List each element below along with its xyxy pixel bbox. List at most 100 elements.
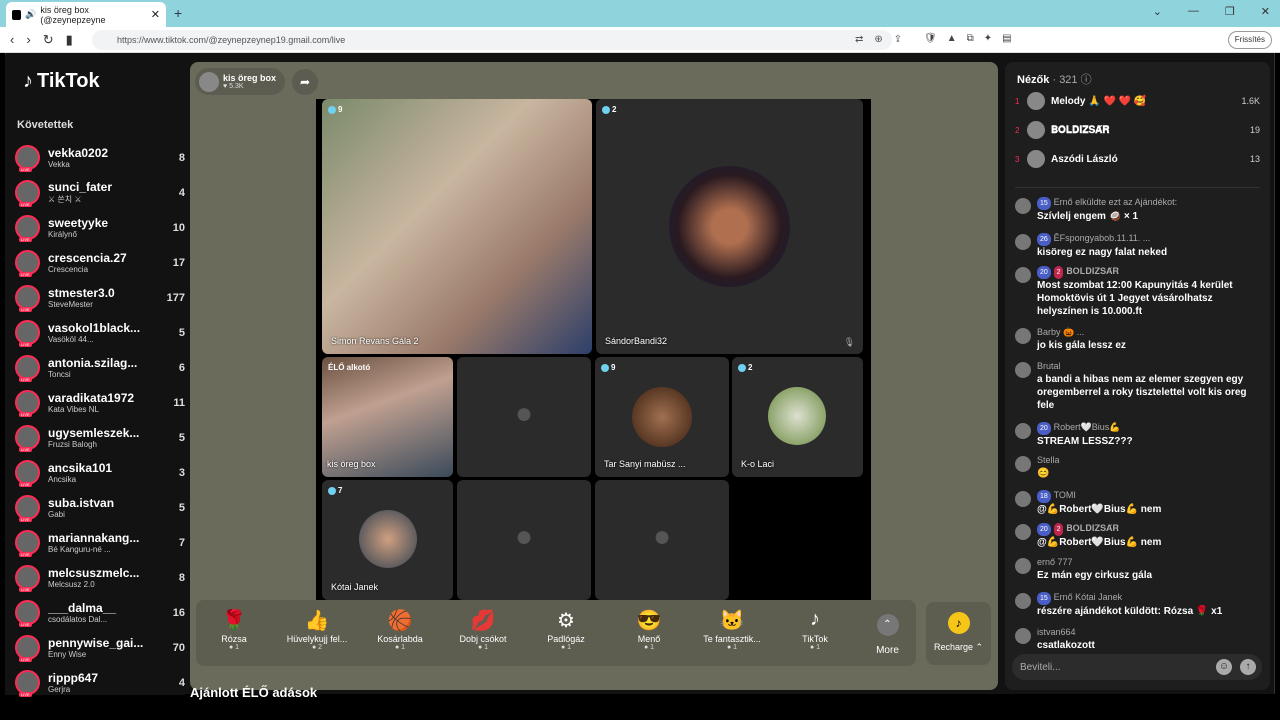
extension-icon[interactable]: ⧉ bbox=[967, 33, 974, 44]
top-viewer[interactable]: 3 Aszódi László 13 bbox=[1015, 147, 1260, 171]
chat-user[interactable]: 𝐁𝐎𝐋𝐃𝐈𝐙𝐒𝐀́𝐑 bbox=[1066, 266, 1119, 276]
close-window-icon[interactable]: ✕ bbox=[1261, 5, 1270, 18]
chat-user[interactable]: TOMI bbox=[1054, 490, 1076, 500]
guest-tile[interactable]: 9 Simon Revans Gála 2 bbox=[322, 99, 592, 354]
guest-tile[interactable]: 2 SándorBandi32 🎙 bbox=[596, 99, 863, 354]
avatar[interactable] bbox=[1015, 362, 1031, 378]
following-account[interactable]: LIVE rippp647 Gerjra 4 bbox=[15, 665, 185, 700]
minimize-icon[interactable]: — bbox=[1188, 5, 1199, 18]
rewards-icon[interactable]: ▲ bbox=[947, 33, 957, 44]
gift-item[interactable]: 👍 Hüvelykujj fel... ● 2 bbox=[282, 608, 352, 651]
avatar[interactable] bbox=[1015, 628, 1031, 644]
share-icon[interactable]: ➦ bbox=[292, 69, 318, 95]
avatar[interactable] bbox=[1015, 234, 1031, 250]
chat-user[interactable]: istvan664 bbox=[1037, 627, 1076, 637]
following-account[interactable]: LIVE sunci_fater ⚔ 쏜치 ⚔ 4 bbox=[15, 175, 185, 210]
chat-user[interactable]: Ernő elküldte ezt az Ajándékot: bbox=[1054, 197, 1178, 207]
following-account[interactable]: LIVE ugysemleszek... Fruzsi Balogh 5 bbox=[15, 420, 185, 455]
guest-tile[interactable]: 7 Kótai Janek bbox=[322, 480, 453, 600]
guest-tile[interactable]: 2 K-o Laci bbox=[732, 357, 863, 477]
avatar[interactable] bbox=[1015, 558, 1031, 574]
empty-seat[interactable]: ● bbox=[457, 357, 591, 477]
following-account[interactable]: LIVE vekka0202 Vekka 8 bbox=[15, 140, 185, 175]
avatar[interactable] bbox=[1015, 267, 1031, 283]
following-account[interactable]: LIVE crescencia.27 Crescencia 17 bbox=[15, 245, 185, 280]
guest-avatar bbox=[768, 387, 826, 445]
host-info[interactable]: kis öreg box ♥ 5.3K bbox=[195, 68, 285, 95]
avatar[interactable] bbox=[1015, 328, 1031, 344]
avatar[interactable] bbox=[1015, 423, 1031, 439]
following-account[interactable]: LIVE stmester3.0 SteveMester 177 bbox=[15, 280, 185, 315]
chat-user[interactable]: Barby 🎃 ... bbox=[1037, 327, 1084, 337]
gift-icon: ♪ bbox=[810, 608, 820, 630]
following-account[interactable]: LIVE vasokol1black... Vasököl 44... 5 bbox=[15, 315, 185, 350]
gift-item[interactable]: 🏀 Kosárlabda ● 1 bbox=[365, 608, 435, 651]
gift-item[interactable]: 🐱 Te fantasztik... ● 1 bbox=[697, 608, 767, 651]
chat-text: Ez mán egy cirkusz gála bbox=[1037, 570, 1153, 581]
gift-item[interactable]: 😎 Menő ● 1 bbox=[614, 608, 684, 651]
bookmark-icon[interactable]: ▮ bbox=[66, 32, 73, 48]
chat-user[interactable]: ĚFspongyabob.11.11. ... bbox=[1054, 233, 1151, 243]
following-account[interactable]: LIVE melcsuszmelc... Melcsusz 2.0 8 bbox=[15, 560, 185, 595]
sidebar-icon[interactable]: ▤ bbox=[1002, 33, 1011, 44]
following-account[interactable]: LIVE sweetyyke Királynő 10 bbox=[15, 210, 185, 245]
chat-user[interactable]: 𝐁𝐎𝐋𝐃𝐈𝐙𝐒𝐀́𝐑 bbox=[1066, 523, 1119, 533]
chat-user[interactable]: Ernő Kótai Janek bbox=[1054, 592, 1123, 602]
new-tab-button[interactable]: + bbox=[174, 5, 182, 21]
more-gifts-button[interactable]: ⌃ More bbox=[870, 614, 905, 656]
top-viewer[interactable]: 2 𝐁𝐎𝐋𝐃𝐈𝐙𝐒𝐀́𝐑 19 bbox=[1015, 118, 1260, 142]
guest-name: Kótai Janek bbox=[331, 582, 379, 592]
restore-icon[interactable]: ❐ bbox=[1225, 5, 1235, 18]
empty-seat[interactable]: ● bbox=[595, 480, 729, 600]
gift-item[interactable]: 💋 Dobj csókot ● 1 bbox=[448, 608, 518, 651]
live-badge: LIVE bbox=[19, 447, 32, 452]
chat-input[interactable] bbox=[1012, 654, 1212, 680]
avatar[interactable] bbox=[1015, 524, 1031, 540]
emoji-icon[interactable]: ☺ bbox=[1216, 659, 1232, 675]
diamond-icon bbox=[738, 363, 746, 372]
following-account[interactable]: LIVE suba.istvan Gabi 5 bbox=[15, 490, 185, 525]
puzzle-icon[interactable]: ✦ bbox=[984, 33, 992, 44]
browser-toolbar: ‹ › ↻ ▮ https://www.tiktok.com/@zeynepze… bbox=[0, 27, 1280, 53]
chat-user[interactable]: Robert🤍Bius💪 bbox=[1054, 422, 1121, 432]
following-account[interactable]: LIVE antonia.szilag... Toncsi 6 bbox=[15, 350, 185, 385]
tiktok-logo[interactable]: ♪ TikTok bbox=[23, 70, 100, 93]
update-button[interactable]: Frissítés bbox=[1227, 31, 1272, 49]
gift-item[interactable]: ♪ TikTok ● 1 bbox=[780, 608, 850, 651]
following-account[interactable]: LIVE ancsika101 Ancsika 3 bbox=[15, 455, 185, 490]
translate-icon[interactable]: ⇄ bbox=[855, 34, 863, 45]
close-tab-icon[interactable]: ✕ bbox=[151, 8, 160, 21]
chat-input-wrap: ☺ ↑ bbox=[1012, 654, 1262, 680]
tab-search-icon[interactable]: ⌄ bbox=[1153, 5, 1162, 18]
zoom-icon[interactable]: ⊕ bbox=[874, 34, 882, 45]
following-account[interactable]: LIVE ___dalma__ csodálatos Dal... 16 bbox=[15, 595, 185, 630]
avatar bbox=[1027, 121, 1045, 139]
chat-user[interactable]: Stella bbox=[1037, 455, 1060, 465]
viewer-score: 13 bbox=[1249, 154, 1260, 164]
forward-icon[interactable]: › bbox=[26, 32, 30, 48]
share-page-icon[interactable]: ⇪ bbox=[894, 34, 902, 45]
send-icon[interactable]: ↑ bbox=[1240, 659, 1256, 675]
following-account[interactable]: LIVE varadikata1972 Kata Vibes NL 11 bbox=[15, 385, 185, 420]
reload-icon[interactable]: ↻ bbox=[43, 32, 54, 48]
guest-tile[interactable]: 9 Tar Sanyi mabüsz ... bbox=[595, 357, 729, 477]
following-account[interactable]: LIVE mariannakang... Bé Kanguru-né ... 7 bbox=[15, 525, 185, 560]
top-viewer[interactable]: 1 Melody 🙏 ❤️ ❤️ 🥰 1.6K bbox=[1015, 89, 1260, 113]
gift-item[interactable]: 🌹 Rózsa ● 1 bbox=[199, 608, 269, 651]
chat-user[interactable]: Brutal bbox=[1037, 361, 1061, 371]
recharge-button[interactable]: ♪ Recharge ⌃ bbox=[926, 602, 991, 665]
following-account[interactable]: LIVE pennywise_gai... Enny Wise 70 bbox=[15, 630, 185, 665]
guest-tile[interactable]: ÉLŐ alkotó kis öreg box bbox=[322, 357, 453, 477]
gift-item[interactable]: ⚙ Padlógáz ● 1 bbox=[531, 608, 601, 651]
avatar[interactable] bbox=[1015, 491, 1031, 507]
avatar[interactable] bbox=[1015, 456, 1031, 472]
avatar[interactable] bbox=[1015, 593, 1031, 609]
address-bar[interactable]: https://www.tiktok.com/@zeynepzeynep19.g… bbox=[92, 30, 892, 50]
chat-user[interactable]: ernő 777 bbox=[1037, 557, 1073, 567]
brave-shield-icon[interactable]: 🛡 bbox=[924, 33, 937, 44]
back-icon[interactable]: ‹ bbox=[10, 32, 14, 48]
level-badge: 18 bbox=[1037, 490, 1051, 503]
empty-seat[interactable]: ● bbox=[457, 480, 591, 600]
avatar[interactable] bbox=[1015, 198, 1031, 214]
browser-tab[interactable]: 🔊 kis öreg box (@zeynepzeyne ✕ bbox=[6, 2, 166, 27]
